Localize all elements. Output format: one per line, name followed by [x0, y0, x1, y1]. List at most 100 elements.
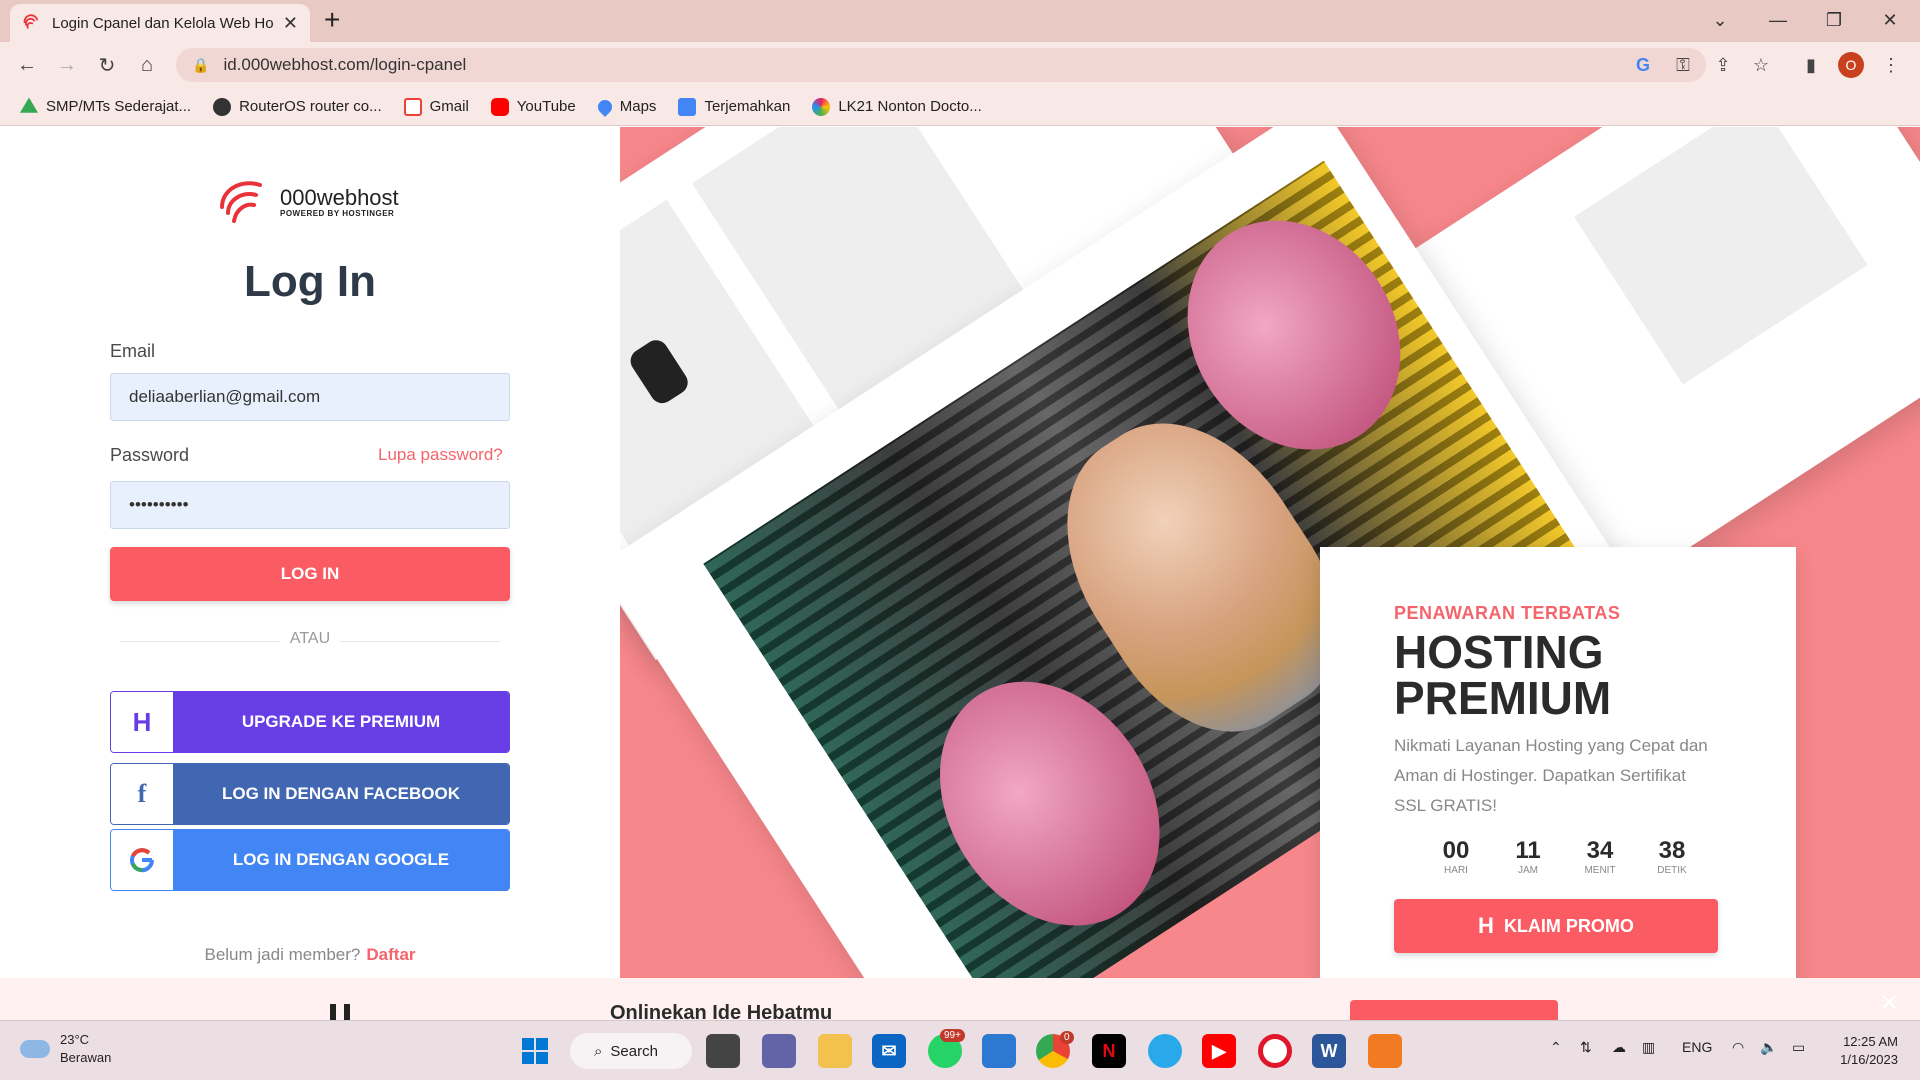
facebook-icon: f [111, 764, 173, 824]
lk21-icon [812, 97, 831, 116]
browser-toolbar: ← → ↻ ⌂ 🔒 id.000webhost.com/login-cpanel… [0, 42, 1920, 88]
menu-kebab-icon[interactable]: ⋮ [1876, 50, 1906, 80]
address-bar[interactable]: 🔒 id.000webhost.com/login-cpanel [176, 48, 1706, 82]
back-arrow-icon[interactable]: ← [12, 50, 42, 80]
tab-search-chevron-icon[interactable]: ⌄ [1692, 0, 1748, 40]
globe-icon [213, 97, 232, 116]
netflix-icon[interactable]: N [1092, 1034, 1126, 1068]
000webhost-logo-icon [220, 181, 262, 223]
bookmark-3[interactable]: YouTube [490, 97, 576, 116]
register-link[interactable]: Daftar [366, 945, 415, 964]
microsoft-store-icon[interactable] [982, 1034, 1016, 1068]
login-button[interactable]: LOG IN [110, 547, 510, 601]
browser-tab[interactable]: Login Cpanel dan Kelola Web Ho ✕ [10, 4, 310, 42]
google-drive-icon [20, 97, 38, 113]
whatsapp-badge: 99+ [940, 1029, 965, 1042]
word-icon[interactable]: W [1312, 1034, 1346, 1068]
gmail-icon [403, 97, 422, 116]
google-login-button[interactable]: LOG IN DENGAN GOOGLE [110, 829, 510, 891]
000webhost-favicon-icon [23, 14, 39, 30]
battery-icon[interactable]: ▭ [1792, 1039, 1805, 1056]
mail-icon[interactable]: ✉ [872, 1034, 906, 1068]
google-icon [111, 830, 173, 890]
login-panel: 000webhost POWERED BY HOSTINGER Log In E… [0, 127, 620, 1020]
profile-avatar[interactable]: O [1838, 52, 1864, 78]
bottom-banner: Onlinekan Ide Hebatmu ✕ [0, 978, 1920, 1020]
minimize-icon[interactable]: — [1750, 0, 1806, 40]
new-tab-button[interactable]: + [324, 6, 340, 34]
youtube-icon[interactable]: ▶ [1202, 1034, 1236, 1068]
task-view-icon[interactable] [706, 1034, 740, 1068]
tray-meter-icon[interactable]: ▥ [1642, 1039, 1655, 1056]
telegram-icon[interactable] [1148, 1034, 1182, 1068]
promo-hero: PENAWARAN TERBATAS HOSTING PREMIUM Nikma… [620, 127, 1920, 1020]
file-explorer-icon[interactable] [818, 1034, 852, 1068]
hostinger-icon: H [1478, 913, 1494, 938]
promo-card: PENAWARAN TERBATAS HOSTING PREMIUM Nikma… [1320, 547, 1796, 1020]
browser-titlebar: Login Cpanel dan Kelola Web Ho ✕ + ⌄ — ❐… [0, 0, 1920, 42]
upgrade-premium-button[interactable]: H UPGRADE KE PREMIUM [110, 691, 510, 753]
hostinger-icon: H [111, 692, 173, 752]
temperature: 23°C [60, 1032, 90, 1047]
claim-promo-button[interactable]: H KLAIM PROMO [1394, 899, 1718, 953]
or-separator: ATAU [280, 630, 340, 648]
maps-icon [594, 96, 615, 117]
register-prompt: Belum jadi member? Daftar [0, 945, 620, 965]
url-text: id.000webhost.com/login-cpanel [223, 55, 467, 74]
countdown-hours: 11 JAM [1515, 837, 1541, 876]
banner-close-icon[interactable]: ✕ [1880, 990, 1898, 1016]
bookmark-4[interactable]: Maps [594, 96, 656, 117]
bookmark-6[interactable]: LK21 Nonton Docto... [812, 97, 982, 116]
home-icon[interactable]: ⌂ [132, 50, 162, 80]
google-lens-icon[interactable]: G [1628, 50, 1658, 80]
brand-logo[interactable]: 000webhost POWERED BY HOSTINGER [216, 177, 399, 227]
password-label: Password [110, 445, 190, 465]
share-icon[interactable]: ⇪ [1708, 50, 1738, 80]
restore-icon[interactable]: ❐ [1806, 0, 1862, 40]
wifi-icon[interactable]: ◠ [1732, 1039, 1744, 1056]
xampp-icon[interactable] [1368, 1034, 1402, 1068]
search-icon: ⌕ [594, 1042, 603, 1060]
countdown-days: 00 HARI [1442, 837, 1470, 876]
key-icon[interactable]: ⚿ [1668, 50, 1698, 80]
tray-app-icon[interactable]: ⇅ [1580, 1039, 1592, 1056]
reload-icon[interactable]: ↻ [92, 50, 122, 80]
forward-arrow-icon[interactable]: → [52, 50, 82, 80]
windows-start-icon[interactable] [518, 1034, 552, 1068]
side-panel-icon[interactable]: ▮ [1796, 50, 1826, 80]
banner-text: Onlinekan Ide Hebatmu [610, 1002, 833, 1020]
tab-close-icon[interactable]: ✕ [283, 13, 298, 34]
bookmark-2[interactable]: Gmail [403, 97, 469, 116]
teams-chat-icon[interactable] [762, 1034, 796, 1068]
banner-button[interactable] [1350, 1000, 1558, 1020]
banner-logo-icon [330, 1004, 370, 1020]
bookmark-1[interactable]: RouterOS router co... [213, 97, 382, 116]
promo-headline: HOSTING PREMIUM [1394, 626, 1612, 724]
lock-icon: 🔒 [192, 56, 210, 73]
brand-subtitle: POWERED BY HOSTINGER [280, 208, 395, 218]
volume-icon[interactable]: 🔈 [1760, 1039, 1777, 1056]
forgot-password-link[interactable]: Lupa password? [378, 445, 503, 465]
countdown-minutes: 34 MENIT [1584, 837, 1616, 876]
bookmark-5[interactable]: Terjemahkan [678, 97, 790, 116]
weather-widget[interactable]: 23°C Berawan [20, 1031, 111, 1067]
opera-icon[interactable] [1258, 1034, 1292, 1068]
chrome-badge: 0 [1060, 1031, 1074, 1044]
system-clock[interactable]: 12:25 AM 1/16/2023 [1832, 1033, 1898, 1069]
password-field[interactable] [110, 481, 510, 529]
close-window-icon[interactable]: ✕ [1862, 0, 1918, 40]
facebook-login-button[interactable]: f LOG IN DENGAN FACEBOOK [110, 763, 510, 825]
windows-taskbar: 23°C Berawan ⌕ Search ✉ 99+ 0 N ▶ W ⌃ ⇅ … [0, 1020, 1920, 1080]
bookmark-star-icon[interactable]: ☆ [1746, 50, 1776, 80]
onedrive-icon[interactable]: ☁ [1612, 1039, 1626, 1056]
page-title: Log In [244, 257, 376, 306]
taskbar-search[interactable]: ⌕ Search [570, 1033, 692, 1069]
tab-title: Login Cpanel dan Kelola Web Ho [52, 14, 274, 32]
bookmarks-bar: SMP/MTs Sederajat... RouterOS router co.… [0, 88, 1920, 126]
translate-icon [678, 97, 697, 116]
email-field[interactable] [110, 373, 510, 421]
tray-overflow-icon[interactable]: ⌃ [1550, 1039, 1562, 1056]
bookmark-0[interactable]: SMP/MTs Sederajat... [20, 97, 191, 116]
member-text: Belum jadi member? [204, 945, 361, 964]
language-indicator[interactable]: ENG [1682, 1039, 1712, 1055]
